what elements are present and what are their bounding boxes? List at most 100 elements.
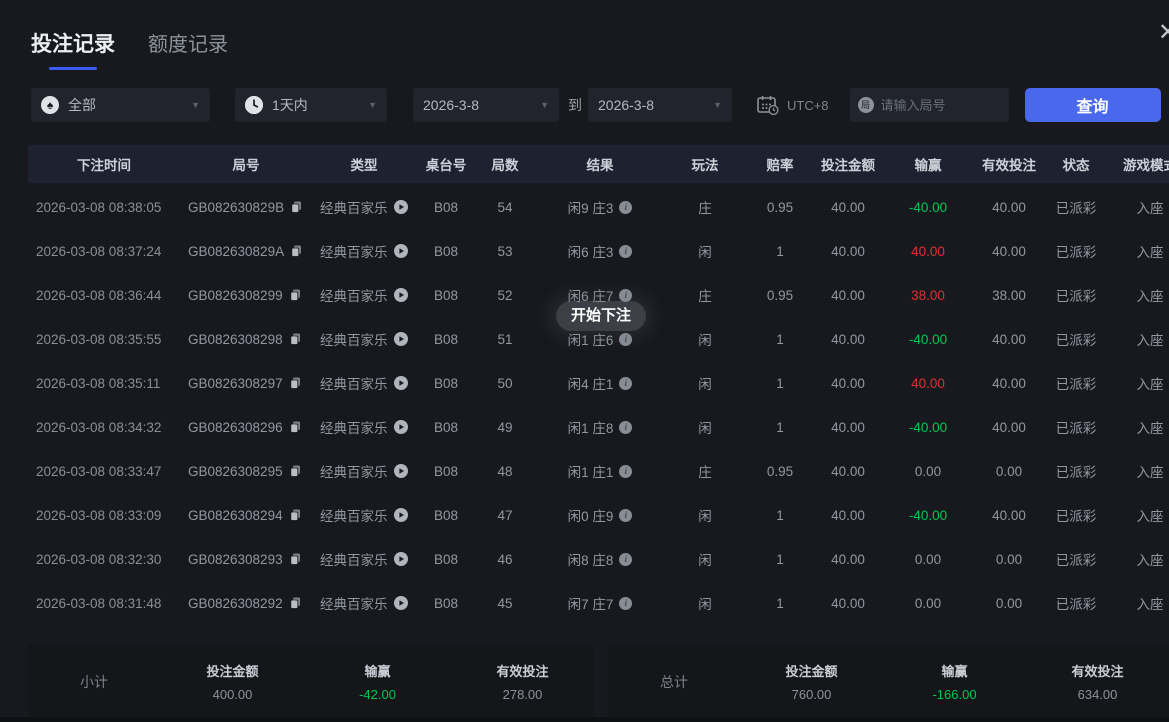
- game-id-cell: GB0826308299: [180, 288, 312, 303]
- play-icon[interactable]: [393, 596, 408, 610]
- play-icon[interactable]: [393, 420, 408, 434]
- stat-label: 输赢: [364, 664, 391, 679]
- timezone-label: UTC+8: [787, 97, 829, 113]
- info-icon[interactable]: i: [619, 288, 633, 302]
- game-no-icon: 局: [857, 97, 874, 113]
- bet-amount: 40.00: [831, 595, 865, 611]
- date-from-select[interactable]: 2026-3-8 ▼: [413, 88, 559, 122]
- bet-time: 2026-03-08 08:33:09: [36, 507, 162, 523]
- valid-bet: 40.00: [992, 331, 1026, 347]
- game-type-cell: 经典百家乐: [312, 417, 416, 437]
- game-type: 经典百家乐: [320, 289, 388, 304]
- play-side: 闲: [698, 597, 712, 612]
- game-id: GB0826308296: [188, 419, 283, 435]
- subtotal-bet-amount: 投注金额 400.00: [160, 661, 305, 702]
- play-icon[interactable]: [393, 200, 408, 214]
- date-from-value: 2026-3-8: [423, 97, 480, 113]
- game-id-cell: GB0826308294: [180, 508, 312, 523]
- game-no-input[interactable]: [880, 97, 1001, 113]
- info-icon[interactable]: i: [619, 376, 633, 390]
- valid-bet: 40.00: [992, 507, 1026, 523]
- round-no: 47: [497, 507, 513, 523]
- col-game-id: 局号: [232, 158, 260, 173]
- copy-icon[interactable]: [289, 465, 301, 477]
- time-range-select[interactable]: 1天内 ▼: [235, 88, 387, 122]
- info-icon[interactable]: i: [619, 464, 633, 478]
- odds: 1: [776, 507, 784, 523]
- odds: 0.95: [766, 463, 794, 479]
- total-card: 总计 投注金额 760.00 输赢 -166.00 有效投注 634.00: [608, 645, 1169, 718]
- odds: 1: [776, 331, 784, 347]
- game-type-select[interactable]: ♠ 全部 ▼: [31, 88, 210, 122]
- stat-label: 输赢: [941, 664, 968, 679]
- valid-bet: 40.00: [992, 199, 1026, 215]
- bet-amount: 40.00: [831, 331, 865, 347]
- copy-icon[interactable]: [291, 201, 302, 213]
- game-id-cell: GB0826308295: [180, 464, 312, 479]
- col-status: 状态: [1062, 158, 1090, 173]
- copy-icon[interactable]: [289, 597, 301, 609]
- result-cell: 闲9 庄3 i: [534, 197, 666, 217]
- bet-amount: 40.00: [831, 375, 865, 391]
- result-cell: 闲4 庄1 i: [534, 373, 666, 393]
- close-icon[interactable]: ✕: [1158, 18, 1169, 47]
- bet-time: 2026-03-08 08:35:55: [36, 331, 162, 347]
- play-icon[interactable]: [393, 464, 408, 478]
- play-icon[interactable]: [393, 244, 408, 258]
- game-id: GB0826308298: [188, 331, 283, 347]
- game-id: GB082630829A: [188, 243, 285, 259]
- info-icon[interactable]: i: [619, 332, 633, 346]
- play-icon[interactable]: [393, 332, 408, 346]
- game-mode: 入座: [1136, 421, 1164, 436]
- round-no: 46: [497, 551, 513, 567]
- round-no: 53: [497, 243, 513, 259]
- play-side: 闲: [698, 333, 712, 348]
- copy-icon[interactable]: [289, 333, 301, 345]
- info-icon[interactable]: i: [619, 508, 633, 522]
- copy-icon[interactable]: [291, 245, 302, 257]
- spade-icon: ♠: [41, 96, 59, 114]
- game-id: GB0826308297: [188, 375, 283, 391]
- table-row: 2026-03-08 08:33:09 GB0826308294 经典百家乐 B…: [28, 493, 1169, 537]
- subtotal-card: 小计 投注金额 400.00 输赢 -42.00 有效投注 278.00: [28, 645, 595, 718]
- play-icon[interactable]: [393, 376, 408, 390]
- copy-icon[interactable]: [289, 377, 301, 389]
- copy-icon[interactable]: [289, 289, 301, 301]
- info-icon[interactable]: i: [619, 200, 633, 214]
- table-no: B08: [433, 419, 459, 435]
- chevron-down-icon: ▼: [540, 100, 549, 110]
- timezone-toggle[interactable]: UTC+8: [757, 95, 829, 115]
- tab-quota-records[interactable]: 额度记录: [148, 28, 228, 57]
- copy-icon[interactable]: [289, 553, 301, 565]
- play-side: 闲: [698, 553, 712, 568]
- game-type-cell: 经典百家乐: [312, 285, 416, 305]
- play-side: 闲: [698, 377, 712, 392]
- win-loss: -40.00: [908, 419, 948, 435]
- copy-icon[interactable]: [289, 421, 301, 433]
- game-id: GB0826308293: [188, 551, 283, 567]
- odds: 1: [776, 551, 784, 567]
- subtotal-winloss: 输赢 -42.00: [305, 661, 450, 702]
- info-icon[interactable]: i: [619, 552, 633, 566]
- query-button[interactable]: 查询: [1024, 88, 1161, 122]
- date-to-select[interactable]: 2026-3-8 ▼: [588, 88, 732, 122]
- play-icon[interactable]: [393, 508, 408, 522]
- info-icon[interactable]: i: [619, 244, 633, 258]
- result-cell: 闲7 庄7 i: [534, 593, 666, 613]
- info-icon[interactable]: i: [619, 596, 633, 610]
- play-icon[interactable]: [393, 288, 408, 302]
- win-loss: 38.00: [911, 287, 945, 303]
- copy-icon[interactable]: [289, 509, 301, 521]
- col-round: 局数: [491, 158, 519, 173]
- tab-bet-records[interactable]: 投注记录: [31, 28, 115, 58]
- status: 已派彩: [1055, 333, 1097, 348]
- round-no: 48: [497, 463, 513, 479]
- result-cell: 闲1 庄1 i: [534, 461, 666, 481]
- game-id-cell: GB0826308297: [180, 376, 312, 391]
- stat-value: -42.00: [359, 687, 396, 702]
- stat-label: 投注金额: [206, 664, 259, 679]
- status: 已派彩: [1055, 465, 1097, 480]
- play-icon[interactable]: [393, 552, 408, 566]
- info-icon[interactable]: i: [619, 420, 633, 434]
- valid-bet: 0.00: [995, 595, 1023, 611]
